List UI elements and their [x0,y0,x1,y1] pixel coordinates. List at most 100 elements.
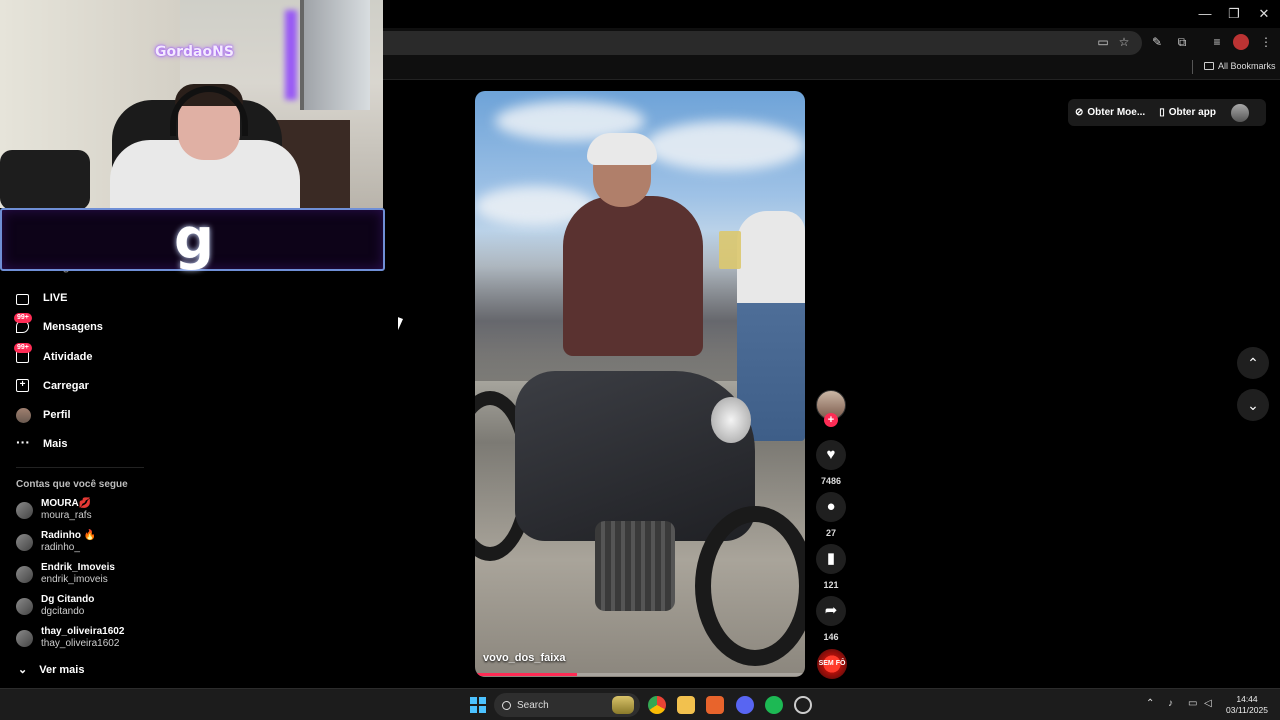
puzzle-extension-icon[interactable]: ⧉ [1174,34,1190,50]
chevron-up-icon[interactable]: ⌃ [1237,347,1269,379]
account-handle: radinho_ [41,542,80,553]
minimize-icon[interactable]: — [1190,4,1220,24]
star-icon[interactable]: ☆ [1116,34,1132,50]
webcam-window [300,0,370,110]
following-title: Contas que você segue [16,479,128,490]
network-icon[interactable]: ▭ [1188,698,1197,709]
media-control-icon[interactable]: ≡ [1209,34,1225,50]
get-coins-button[interactable]: ⊘ Obter Moe... [1068,107,1152,118]
account-handle: endrik_imoveis [41,574,108,585]
following-account[interactable]: Radinho 🔥 radinho_ [16,528,96,556]
following-account[interactable]: Endrik_Imoveis endrik_imoveis [16,560,115,588]
webcam-overlay: GordaoNS [0,0,383,208]
following-account[interactable]: MOURA💋 moura_rafs [16,496,92,524]
profile-avatar-icon [16,407,31,423]
install-app-icon[interactable]: ▭ [1095,34,1111,50]
taskbar-clock[interactable]: 14:44 03/11/2025 [1222,694,1272,716]
account-name: thay_oliveira1602 [41,626,125,637]
following-account[interactable]: thay_oliveira1602 thay_oliveira1602 [16,624,124,652]
live-tv-icon [16,291,31,306]
music-disc-icon[interactable]: SEM FÔ [817,649,847,679]
sidebar-item-label: Mensagens [43,321,103,333]
close-icon[interactable]: ✕ [1249,4,1279,24]
chrome-icon[interactable] [648,696,666,714]
account-handle: moura_rafs [41,510,92,521]
chevron-down-icon[interactable]: ⌄ [1237,389,1269,421]
see-more-button[interactable]: ⌄ Ver mais [18,663,85,677]
get-coins-label: Obter Moe... [1087,107,1146,118]
get-app-label: Obter app [1168,107,1216,118]
motorcycle-front-wheel [695,506,805,666]
bookmark-icon[interactable]: ▮ [816,544,846,574]
tray-chevron-icon[interactable]: ⌃ [1146,698,1154,709]
video-player[interactable]: vovo_dos_faixa [475,91,805,677]
screen: — ❐ ✕ ▭ ☆ ✎ ⧉ ≡ ⋮ All Bookmarks Amigos L… [0,0,1280,720]
see-more-label: Ver mais [39,663,85,676]
video-progress-fill [475,673,578,676]
clock-time: 14:44 [1236,694,1258,704]
windows-start-icon[interactable] [470,697,486,713]
video-motorcycle [475,331,805,677]
account-name: Radinho 🔥 [41,530,97,541]
stream-logo: g [174,207,215,272]
sidebar-item-activity[interactable]: 99+ Atividade [14,342,93,368]
sidebar-item-label: Perfil [43,409,71,421]
activity-icon: 99+ [14,342,32,365]
account-avatar [16,629,33,647]
share-arrow-icon[interactable]: ➦ [816,596,846,626]
video-progress-bar[interactable] [475,673,805,676]
pen-extension-icon[interactable]: ✎ [1149,34,1165,50]
phone-icon: ▯ [1159,107,1165,118]
discord-icon[interactable] [736,696,754,714]
video-cloud [645,121,805,171]
video-man-hair [587,133,657,165]
windows-taskbar: Search ⌃ ♪ ▭ ◁ 14:44 03/11/2025 [0,688,1280,720]
sidebar-item-label: LIVE [43,292,68,304]
all-bookmarks-button[interactable]: All Bookmarks [1204,61,1276,71]
activity-badge: 99+ [14,342,32,353]
sidebar-item-label: Atividade [43,351,93,363]
sidebar-item-label: Mais [43,438,68,450]
webcam-led-light [285,10,297,100]
messages-icon: 99+ [14,312,32,335]
more-dots-icon: ··· [16,433,30,450]
sidebar-item-more[interactable]: ··· Mais [16,433,67,455]
obs-icon[interactable] [794,696,812,714]
sidebar-item-profile[interactable]: Perfil [16,404,71,426]
motorcycle-headlight [711,397,751,443]
profile-icon[interactable] [1233,34,1249,50]
account-avatar [16,565,33,583]
like-count: 7486 [820,476,842,486]
comment-icon[interactable]: ● [816,492,846,522]
sidebar-item-label: Carregar [43,380,89,392]
search-highlight-icon [612,696,634,714]
get-app-button[interactable]: ▯ Obter app [1152,107,1223,118]
microphone-icon[interactable]: ♪ [1168,698,1173,709]
top-actions-bar: ⊘ Obter Moe... ▯ Obter app [1068,99,1266,126]
user-avatar[interactable] [1230,103,1249,122]
video-author-caption[interactable]: vovo_dos_faixa [483,652,566,664]
sidebar-item-live[interactable]: LIVE [16,287,67,309]
motorcycle-engine [595,521,675,611]
volume-icon[interactable]: ◁ [1204,698,1212,709]
sidebar-item-upload[interactable]: + Carregar [16,375,89,397]
save-count: 121 [823,580,839,590]
app-launcher-icon[interactable] [706,696,724,714]
search-icon [502,700,511,710]
browser-menu-icon[interactable]: ⋮ [1258,34,1274,50]
file-explorer-icon[interactable] [677,696,695,714]
following-account[interactable]: Dg Citando dgcitando [16,592,94,620]
account-handle: dgcitando [41,606,85,617]
messages-badge: 99+ [14,312,32,323]
like-heart-icon[interactable]: ♥ [816,440,846,470]
all-bookmarks-label: All Bookmarks [1218,61,1276,71]
spotify-icon[interactable] [765,696,783,714]
restore-icon[interactable]: ❐ [1219,4,1249,24]
account-avatar [16,533,33,551]
account-name: Endrik_Imoveis [41,562,115,573]
webcam-sofa [0,150,90,208]
follow-plus-icon[interactable]: + [824,413,838,427]
comment-count: 27 [825,528,836,538]
bookmarks-separator [1192,60,1193,74]
sidebar-item-messages[interactable]: 99+ Mensagens [14,312,103,338]
